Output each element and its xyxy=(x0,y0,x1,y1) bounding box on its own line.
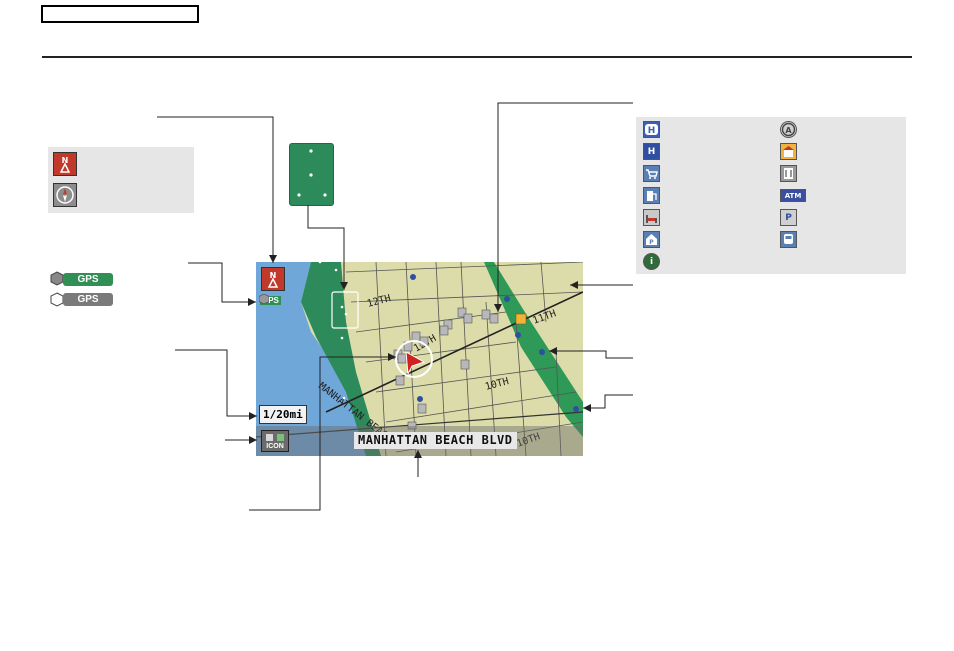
callout-lines xyxy=(157,102,633,511)
